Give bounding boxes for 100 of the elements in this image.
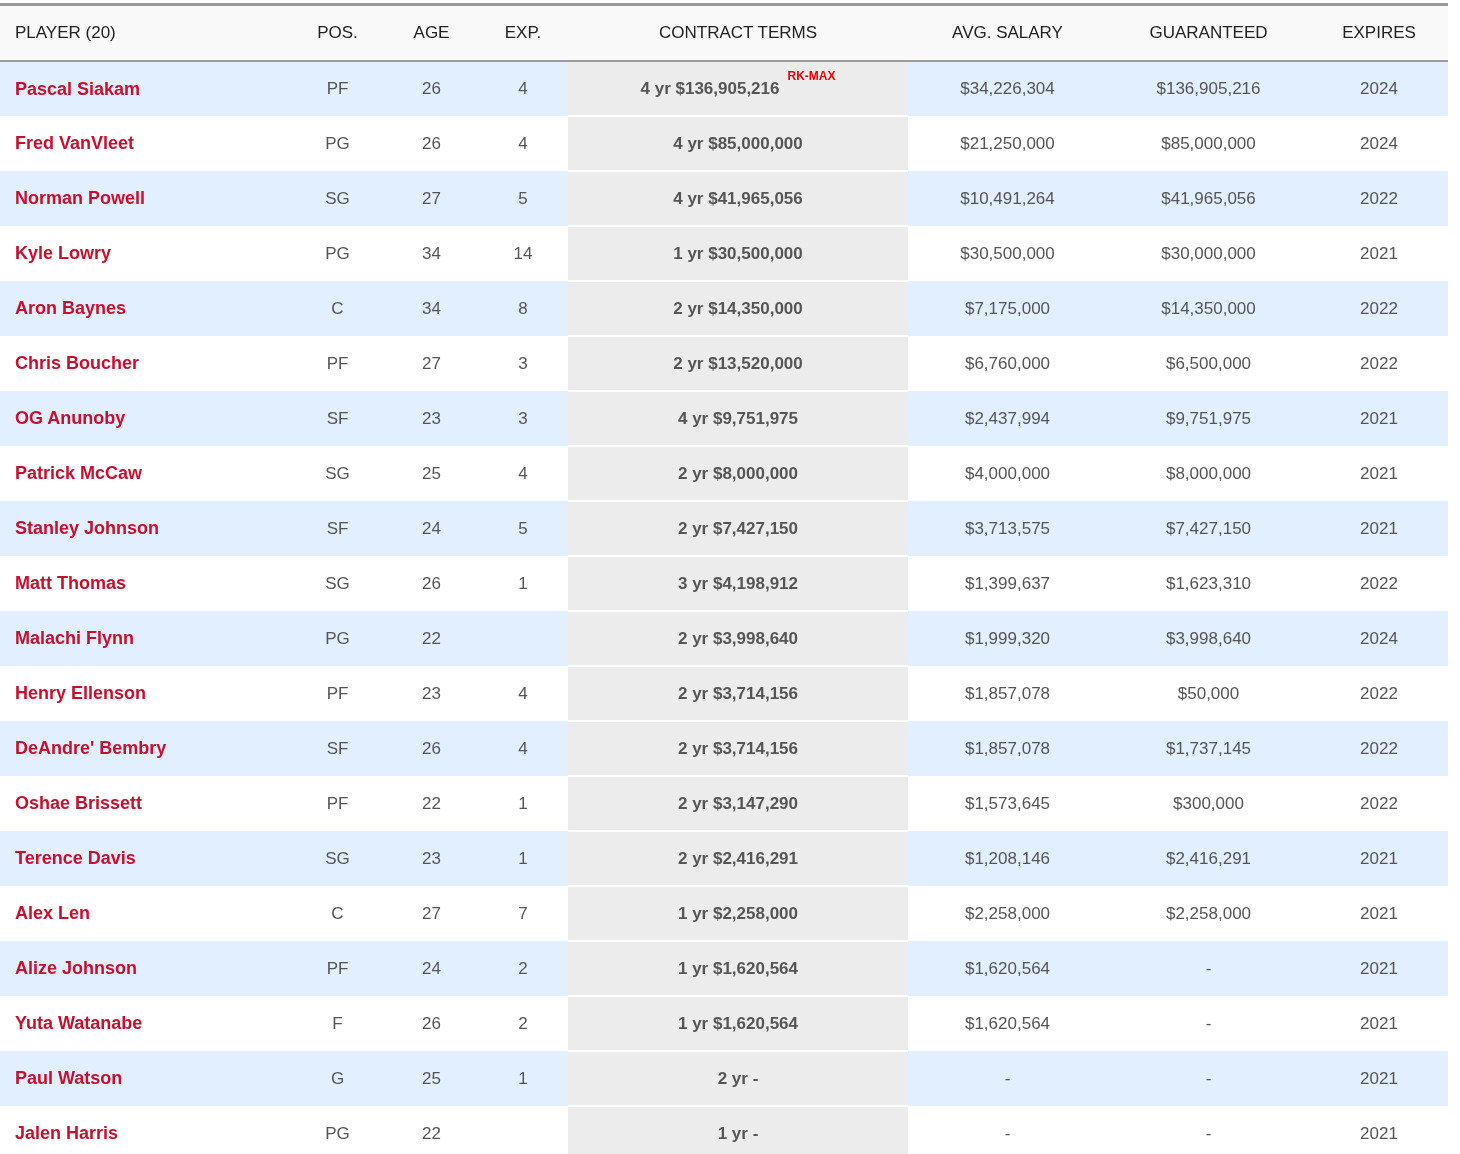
- player-link[interactable]: Henry Ellenson: [15, 683, 147, 703]
- player-link[interactable]: Norman Powell: [15, 188, 146, 208]
- table-cell: $3,713,575: [964, 518, 1051, 538]
- contract-terms: 4 yr $41,965,056: [673, 188, 803, 208]
- player-link[interactable]: Fred VanVleet: [15, 133, 135, 153]
- table-cell: 2021: [1360, 1068, 1398, 1088]
- table-cell: 2022: [1360, 573, 1398, 593]
- table-cell: 1: [518, 793, 528, 813]
- table-cell: 26: [422, 79, 441, 99]
- player-link[interactable]: Alex Len: [15, 903, 91, 923]
- table-cell: $41,965,056: [1161, 188, 1256, 208]
- contract-terms: 2 yr $3,147,290: [677, 793, 799, 813]
- table-cell: -: [1004, 1123, 1011, 1143]
- contract-terms: 4 yr $85,000,000: [673, 133, 803, 153]
- table-cell: $1,208,146: [964, 848, 1051, 868]
- column-header: EXP.: [504, 23, 542, 43]
- table-cell: $136,905,216: [1156, 79, 1261, 99]
- table-cell: 2021: [1360, 243, 1398, 263]
- table-cell: $1,999,320: [964, 628, 1051, 648]
- table-cell: 26: [422, 738, 441, 758]
- table-cell: 2021: [1360, 958, 1398, 978]
- table-cell: $6,500,000: [1165, 353, 1252, 373]
- contract-terms: 2 yr -: [717, 1068, 759, 1088]
- player-link[interactable]: Paul Watson: [15, 1068, 123, 1088]
- table-cell: 2021: [1360, 848, 1398, 868]
- table-cell: 24: [422, 958, 441, 978]
- table-cell: 23: [422, 848, 441, 868]
- table-cell: 2022: [1360, 793, 1398, 813]
- table-cell: 1: [518, 1068, 528, 1088]
- table-cell: $21,250,000: [960, 133, 1055, 153]
- table-cell: $1,857,078: [964, 738, 1051, 758]
- table-cell: 26: [422, 573, 441, 593]
- contract-terms: 4 yr $136,905,216: [640, 78, 780, 98]
- table-cell: PF: [326, 79, 349, 99]
- player-link[interactable]: Jalen Harris: [15, 1123, 119, 1143]
- table-cell: 26: [422, 1013, 441, 1033]
- table-cell: C: [331, 903, 344, 923]
- table-cell: PF: [326, 793, 349, 813]
- table-cell: 4: [518, 79, 528, 99]
- table-cell: $9,751,975: [1165, 408, 1252, 428]
- table-cell: $8,000,000: [1165, 463, 1252, 483]
- player-link[interactable]: OG Anunoby: [15, 408, 126, 428]
- player-link[interactable]: Oshae Brissett: [15, 793, 143, 813]
- table-cell: 4: [518, 738, 528, 758]
- contract-terms: 1 yr $1,620,564: [677, 1013, 799, 1033]
- table-cell: -: [1205, 1123, 1212, 1143]
- table-cell: $50,000: [1177, 683, 1240, 703]
- table-cell: 2021: [1360, 903, 1398, 923]
- table-cell: 2: [518, 958, 528, 978]
- contract-terms: 1 yr $2,258,000: [677, 903, 799, 923]
- table-cell: 23: [422, 683, 441, 703]
- table-cell: PG: [325, 133, 350, 153]
- contract-terms: 2 yr $8,000,000: [677, 463, 799, 483]
- contract-terms: 2 yr $14,350,000: [673, 298, 803, 318]
- player-link[interactable]: Yuta Watanabe: [15, 1013, 143, 1033]
- player-link[interactable]: Alize Johnson: [15, 958, 137, 978]
- table-cell: 23: [422, 408, 441, 428]
- contract-terms: 2 yr $13,520,000: [673, 353, 803, 373]
- table-cell: $85,000,000: [1161, 133, 1256, 153]
- table-cell: -: [1205, 958, 1212, 978]
- table-cell: $1,623,310: [1165, 573, 1252, 593]
- player-link[interactable]: Matt Thomas: [15, 573, 126, 593]
- table-cell: 24: [422, 518, 441, 538]
- table-cell: 2021: [1360, 463, 1398, 483]
- player-link[interactable]: Kyle Lowry: [15, 243, 112, 263]
- table-cell: SG: [325, 463, 350, 483]
- column-header: PLAYER (20): [15, 23, 116, 43]
- column-header: CONTRACT TERMS: [658, 23, 817, 43]
- table-cell: 34: [422, 298, 441, 318]
- table-cell: $1,399,637: [964, 573, 1051, 593]
- table-cell: $7,175,000: [964, 298, 1051, 318]
- table-cell: $4,000,000: [964, 463, 1051, 483]
- table-cell: 2022: [1360, 738, 1398, 758]
- table-cell: SG: [325, 573, 350, 593]
- table-cell: $2,258,000: [1165, 903, 1252, 923]
- column-header: AGE: [413, 23, 450, 43]
- table-cell: 26: [422, 133, 441, 153]
- player-link[interactable]: DeAndre' Bembry: [15, 738, 167, 758]
- player-link[interactable]: Pascal Siakam: [15, 78, 141, 99]
- table-cell: 7: [518, 903, 528, 923]
- table-cell: $300,000: [1173, 793, 1244, 813]
- table-cell: $14,350,000: [1161, 298, 1256, 318]
- table-cell: 2021: [1360, 1013, 1398, 1033]
- table-cell: PF: [326, 958, 349, 978]
- table-cell: 22: [422, 1123, 441, 1143]
- table-cell: 25: [422, 463, 441, 483]
- player-link[interactable]: Patrick McCaw: [15, 463, 143, 483]
- table-cell: 27: [422, 353, 441, 373]
- table-cell: 2021: [1360, 518, 1398, 538]
- table-cell: SF: [326, 738, 349, 758]
- player-link[interactable]: Malachi Flynn: [15, 628, 135, 648]
- player-link[interactable]: Terence Davis: [15, 848, 136, 868]
- contract-tag: RK-MAX: [787, 68, 836, 83]
- table-cell: $1,857,078: [964, 683, 1051, 703]
- player-link[interactable]: Aron Baynes: [15, 298, 127, 318]
- table-cell: -: [1205, 1068, 1212, 1088]
- table-cell: F: [332, 1013, 343, 1033]
- player-link[interactable]: Chris Boucher: [15, 353, 140, 373]
- player-link[interactable]: Stanley Johnson: [15, 518, 160, 538]
- table-cell: -: [1004, 1068, 1011, 1088]
